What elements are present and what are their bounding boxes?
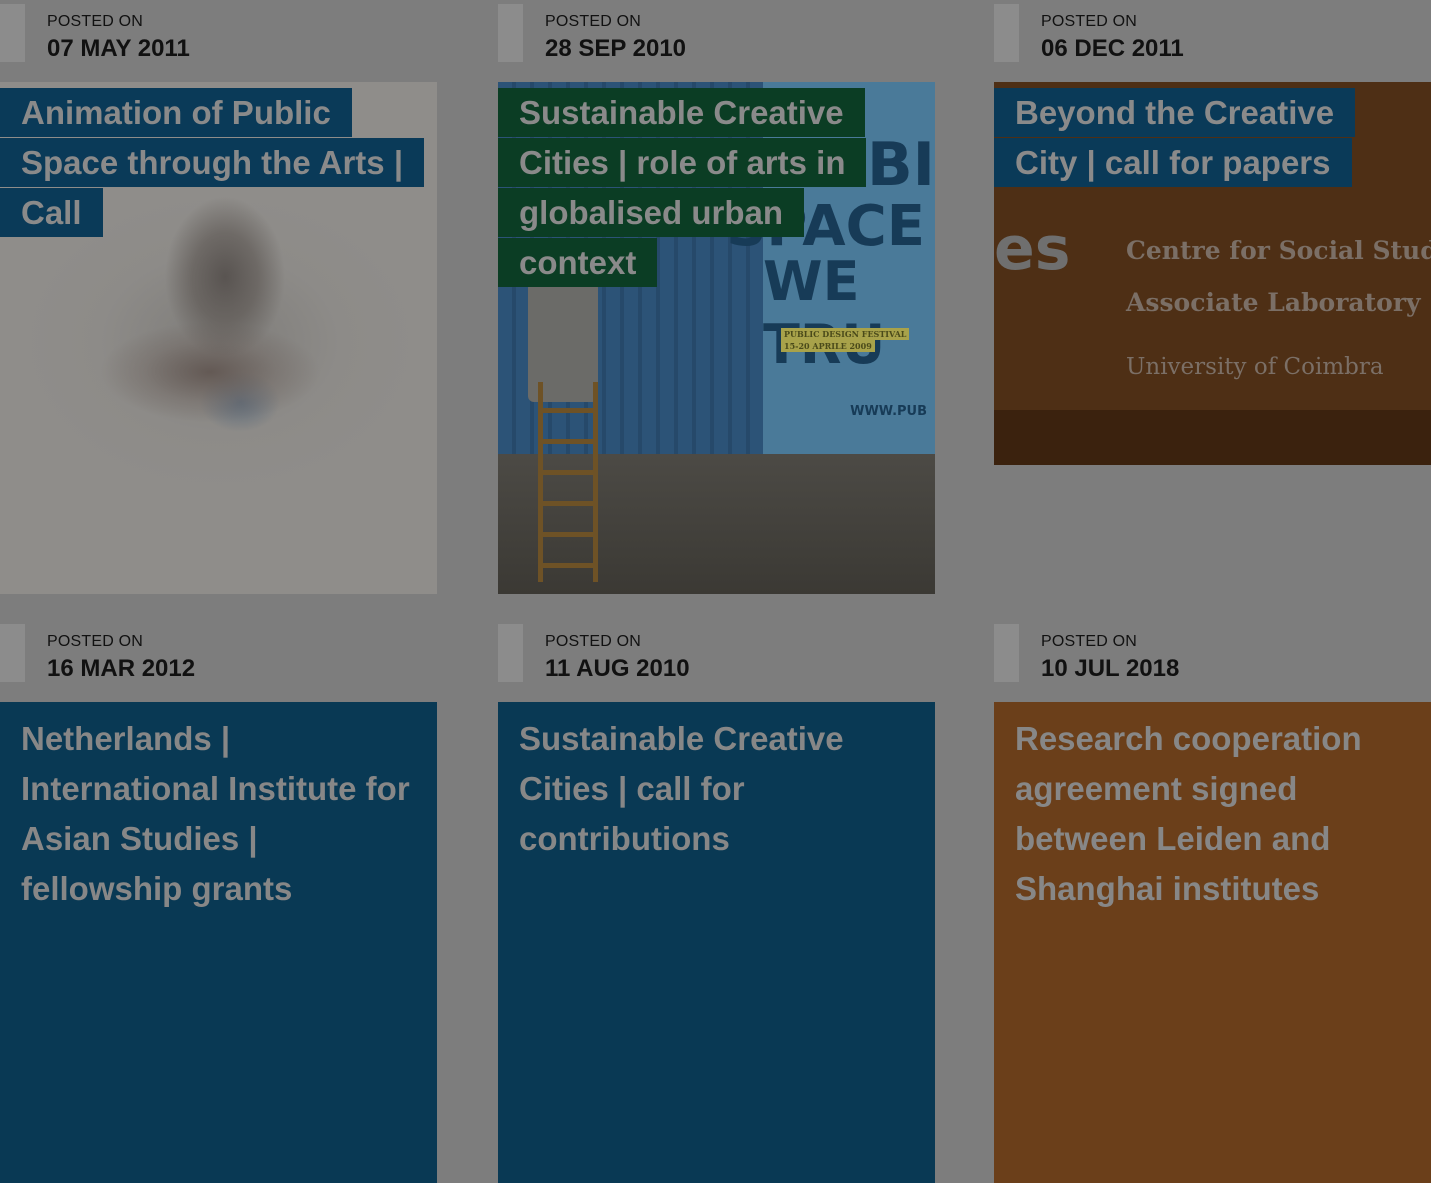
- post-title[interactable]: Netherlands | International Institute fo…: [21, 714, 417, 914]
- banner-band: [994, 410, 1431, 465]
- post-title: Beyond the Creative City | call for paper…: [994, 88, 1356, 187]
- post-date: 28 SEP 2010: [545, 35, 687, 62]
- post-date: 07 MAY 2011: [47, 35, 190, 62]
- post-grid: POSTED ON 07 MAY 2011 Animation of Publi…: [0, 0, 1431, 1183]
- banner-line-2: Associate Laboratory: [1126, 288, 1421, 317]
- posted-on-label: POSTED ON: [1041, 633, 1138, 650]
- post-date: 10 JUL 2018: [1041, 655, 1180, 682]
- post-meta: POSTED ON 28 SEP 2010: [498, 0, 935, 82]
- post-text-card[interactable]: Research cooperation agreement signed be…: [994, 702, 1431, 1183]
- posted-on-label: POSTED ON: [47, 633, 144, 650]
- posted-on-label: POSTED ON: [47, 13, 144, 30]
- post-thumbnail[interactable]: UBI SPACE WE TRU PUBLIC DESIGN FESTIVAL …: [498, 82, 935, 594]
- post-text-card[interactable]: Sustainable Creative Cities | call for c…: [498, 702, 935, 1183]
- post-card[interactable]: POSTED ON 06 DEC 2011 es Centre for Soci…: [994, 0, 1431, 465]
- post-date: 11 AUG 2010: [545, 655, 690, 682]
- posted-on-label: POSTED ON: [1041, 13, 1138, 30]
- post-title: Sustainable Creative Cities | role of art…: [498, 88, 867, 287]
- banner-line-3: University of Coimbra: [1126, 354, 1384, 380]
- post-title[interactable]: Research cooperation agreement signed be…: [1015, 714, 1411, 914]
- post-date: 16 MAR 2012: [47, 655, 196, 682]
- post-meta: POSTED ON 07 MAY 2011: [0, 0, 437, 82]
- date-marker: [0, 4, 25, 62]
- post-meta: POSTED ON 06 DEC 2011: [994, 0, 1431, 82]
- post-title: Animation of Public Space through the Art…: [0, 88, 425, 237]
- date-marker: [994, 4, 1019, 62]
- date-marker: [0, 624, 25, 682]
- post-card[interactable]: POSTED ON 16 MAR 2012 Netherlands | Inte…: [0, 620, 437, 1183]
- ces-logo: es: [994, 214, 1071, 284]
- post-title-link[interactable]: Beyond the Creative City | call for paper…: [994, 88, 1431, 188]
- post-meta: POSTED ON 10 JUL 2018: [994, 620, 1431, 702]
- posted-on-label: POSTED ON: [545, 633, 642, 650]
- post-title[interactable]: Sustainable Creative Cities | call for c…: [519, 714, 915, 864]
- post-date: 06 DEC 2011: [1041, 35, 1184, 62]
- post-meta: POSTED ON 16 MAR 2012: [0, 620, 437, 702]
- post-card[interactable]: POSTED ON 10 JUL 2018 Research cooperati…: [994, 620, 1431, 1183]
- posted-on-label: POSTED ON: [545, 13, 642, 30]
- ladder: [538, 382, 598, 582]
- post-title-link[interactable]: Sustainable Creative Cities | role of art…: [498, 88, 935, 288]
- date-marker: [498, 624, 523, 682]
- date-marker: [994, 624, 1019, 682]
- post-title-link[interactable]: Animation of Public Space through the Art…: [0, 88, 437, 238]
- banner-line-1: Centre for Social Studies: [1126, 236, 1431, 265]
- post-thumbnail[interactable]: Animation of Public Space through the Art…: [0, 82, 437, 594]
- post-text-card[interactable]: Netherlands | International Institute fo…: [0, 702, 437, 1183]
- post-card[interactable]: POSTED ON 07 MAY 2011 Animation of Publi…: [0, 0, 437, 594]
- post-meta: POSTED ON 11 AUG 2010: [498, 620, 935, 702]
- post-card[interactable]: POSTED ON 11 AUG 2010 Sustainable Creati…: [498, 620, 935, 1183]
- date-marker: [498, 4, 523, 62]
- post-thumbnail[interactable]: es Centre for Social Studies Associate L…: [994, 82, 1431, 465]
- post-card[interactable]: POSTED ON 28 SEP 2010 UBI SPACE WE TRU P…: [498, 0, 935, 594]
